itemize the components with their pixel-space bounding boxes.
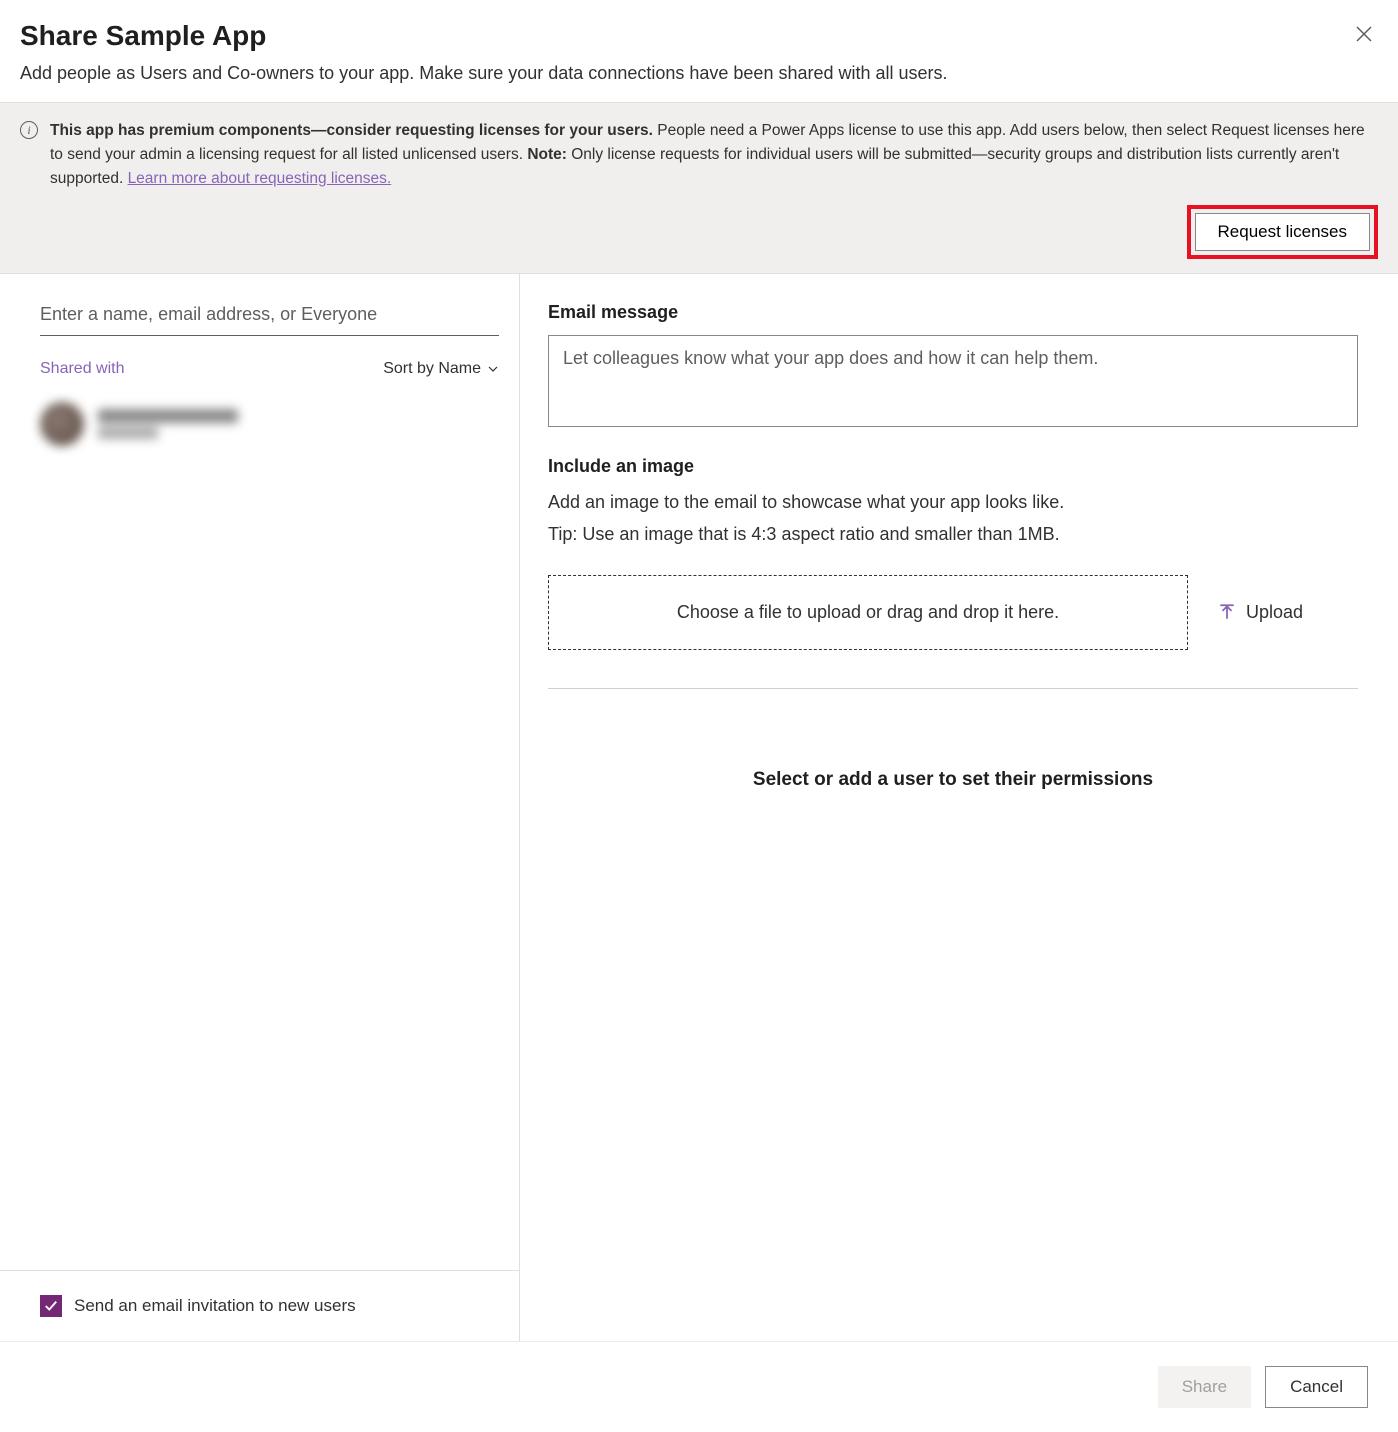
request-licenses-highlight: Request licenses xyxy=(1187,205,1378,259)
info-icon: i xyxy=(20,121,38,139)
permissions-prompt: Select or add a user to set their permis… xyxy=(548,769,1358,791)
request-licenses-button[interactable]: Request licenses xyxy=(1195,213,1370,251)
banner-text: This app has premium components—consider… xyxy=(50,119,1378,191)
dialog-subtitle: Add people as Users and Co-owners to you… xyxy=(0,63,1398,102)
sort-by-toggle[interactable]: Sort by Name xyxy=(383,360,499,378)
shared-user-row[interactable] xyxy=(40,402,499,446)
include-image-section: Include an image Add an image to the ema… xyxy=(548,456,1358,650)
include-image-label: Include an image xyxy=(548,456,1358,477)
person-info xyxy=(98,409,238,439)
people-search-input[interactable] xyxy=(40,294,499,336)
send-email-label: Send an email invitation to new users xyxy=(74,1296,356,1316)
right-panel: Email message Include an image Add an im… xyxy=(520,274,1398,1341)
dialog-body: Shared with Sort by Name xyxy=(0,274,1398,1341)
banner-bold-2: Note: xyxy=(527,146,567,163)
banner-actions: Request licenses xyxy=(50,205,1378,259)
dialog-header: Share Sample App xyxy=(0,0,1398,63)
person-role xyxy=(98,427,158,439)
left-scroll-area[interactable]: Shared with Sort by Name xyxy=(0,274,519,1270)
cancel-button[interactable]: Cancel xyxy=(1265,1366,1368,1408)
close-icon xyxy=(1356,26,1372,42)
banner-body: This app has premium components—consider… xyxy=(50,119,1378,259)
include-image-desc-2: Tip: Use an image that is 4:3 aspect rat… xyxy=(548,521,1358,549)
file-dropzone[interactable]: Choose a file to upload or drag and drop… xyxy=(548,575,1188,650)
left-panel: Shared with Sort by Name xyxy=(0,274,520,1341)
person-name xyxy=(98,409,238,423)
chevron-down-icon xyxy=(487,363,499,375)
include-image-desc-1: Add an image to the email to showcase wh… xyxy=(548,489,1358,517)
banner-learn-more-link[interactable]: Learn more about requesting licenses. xyxy=(128,170,392,187)
banner-bold-1: This app has premium components—consider… xyxy=(50,122,653,139)
left-footer: Send an email invitation to new users xyxy=(0,1270,519,1341)
send-email-checkbox[interactable] xyxy=(40,1295,62,1317)
shared-with-label: Shared with xyxy=(40,360,125,378)
upload-label: Upload xyxy=(1246,602,1303,623)
upload-button[interactable]: Upload xyxy=(1218,602,1303,623)
list-header: Shared with Sort by Name xyxy=(40,360,499,378)
email-message-input[interactable] xyxy=(548,335,1358,427)
dialog-title: Share Sample App xyxy=(20,20,266,52)
license-banner: i This app has premium components—consid… xyxy=(0,102,1398,274)
section-divider xyxy=(548,688,1358,689)
close-button[interactable] xyxy=(1350,20,1378,53)
share-dialog: Share Sample App Add people as Users and… xyxy=(0,0,1398,1432)
avatar xyxy=(40,402,84,446)
email-message-label: Email message xyxy=(548,302,1358,323)
checkmark-icon xyxy=(44,1299,58,1313)
dialog-footer: Share Cancel xyxy=(0,1341,1398,1432)
share-button[interactable]: Share xyxy=(1158,1366,1251,1408)
upload-row: Choose a file to upload or drag and drop… xyxy=(548,575,1358,650)
upload-icon xyxy=(1218,603,1236,621)
sort-by-label: Sort by Name xyxy=(383,360,481,378)
